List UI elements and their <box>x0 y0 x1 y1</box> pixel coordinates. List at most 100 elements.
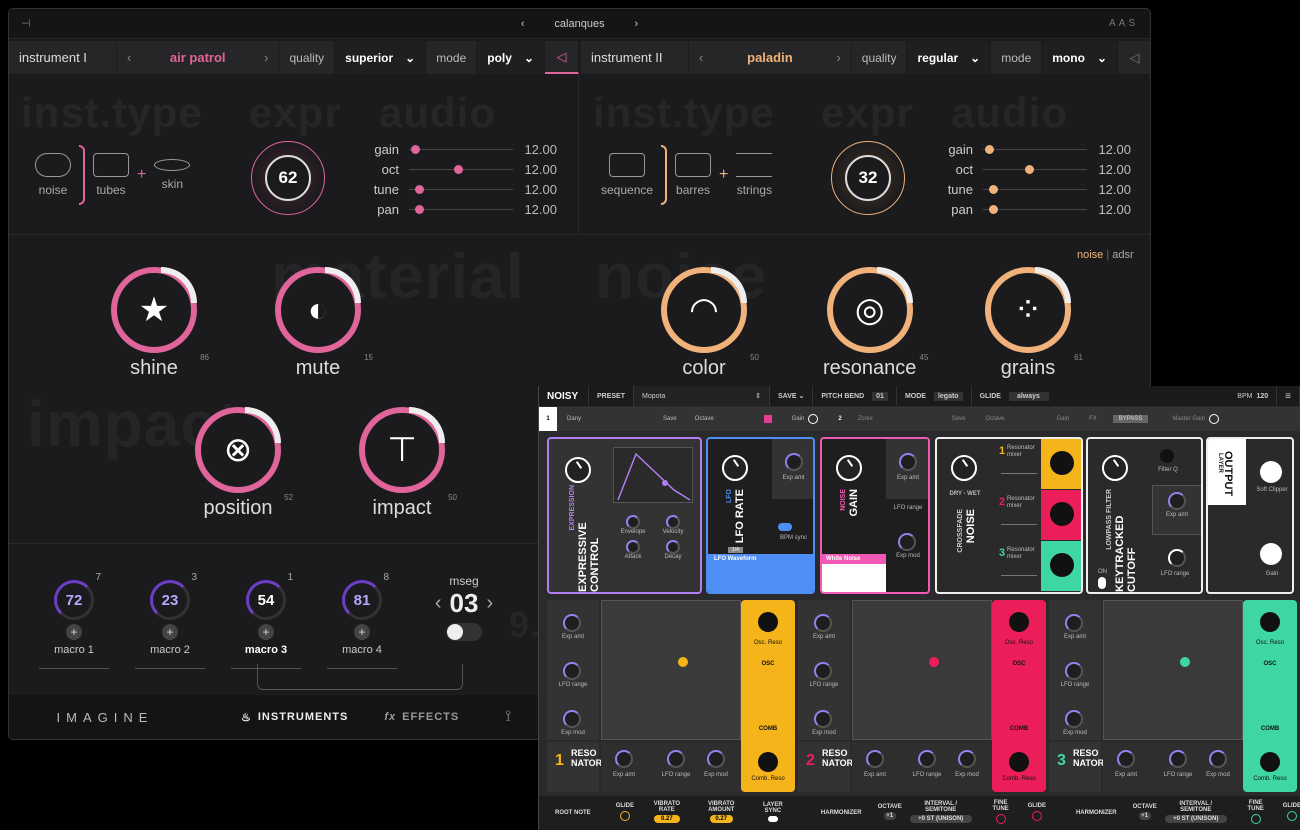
mod-knob[interactable] <box>1065 710 1083 728</box>
slider-track[interactable] <box>409 144 513 154</box>
range-knob[interactable] <box>1065 662 1083 680</box>
mixer-slider[interactable] <box>1001 575 1037 576</box>
noise-tab[interactable]: noise <box>1077 249 1103 261</box>
slider-handle[interactable] <box>415 204 425 214</box>
bpm-value[interactable]: 120 <box>1256 393 1268 400</box>
quality-dropdown[interactable]: superior ⌄ <box>335 41 427 74</box>
resonator-point[interactable] <box>929 657 939 667</box>
exp-knob[interactable] <box>1065 614 1083 632</box>
gain-knob[interactable] <box>1260 543 1282 565</box>
knob[interactable] <box>666 540 680 554</box>
impact-knob[interactable]: ⊤ impact 50 <box>359 407 457 520</box>
instruments-tab[interactable]: ♨ INSTRUMENTS <box>241 711 348 724</box>
sequence-type[interactable]: sequence <box>601 153 653 197</box>
range-knob[interactable] <box>918 750 936 768</box>
color-knob[interactable]: ◠ color 50 <box>661 267 759 380</box>
noise-type[interactable]: noise <box>35 153 71 197</box>
slider-handle[interactable] <box>453 164 463 174</box>
cutoff-knob[interactable] <box>1102 455 1128 481</box>
comb-reso-knob[interactable] <box>1260 752 1280 772</box>
bypass-button[interactable]: BYPASS <box>1112 415 1149 423</box>
glide-knob[interactable] <box>619 811 630 821</box>
range-knob[interactable] <box>814 662 832 680</box>
mseg-toggle[interactable] <box>446 623 482 641</box>
mixer-knob[interactable] <box>1050 502 1074 526</box>
slider-handle[interactable] <box>415 184 425 194</box>
interval-value[interactable]: +0 ST (UNISON) <box>909 815 972 823</box>
slider-track[interactable] <box>409 204 513 214</box>
prev-icon[interactable]: ‹ <box>127 50 131 65</box>
instrument-2-preset-selector[interactable]: ‹ paladin › <box>689 41 852 74</box>
add-icon[interactable]: + <box>354 624 370 640</box>
vibrato-amount-value[interactable]: 0.27 <box>709 815 733 823</box>
speaker-icon[interactable]: ◁ <box>545 41 579 74</box>
macro-1[interactable]: 7 72 + macro 1 <box>39 572 109 669</box>
knob[interactable] <box>626 540 640 554</box>
preset-dropdown[interactable]: Mopota ⇕ <box>634 386 771 406</box>
prev-icon[interactable]: ‹ <box>699 50 703 65</box>
pitch-value[interactable]: 01 <box>872 391 888 401</box>
mixer-slider[interactable] <box>1001 473 1037 474</box>
effects-tab[interactable]: fx EFFECTS <box>384 711 459 723</box>
resonator-point[interactable] <box>678 657 688 667</box>
instrument-2-type-selector[interactable]: sequence barres + strings <box>601 145 773 205</box>
shine-dial[interactable]: ★ <box>111 267 197 353</box>
exp-knob[interactable] <box>563 614 581 632</box>
resonator-display[interactable] <box>1103 600 1243 740</box>
quality-dropdown[interactable]: regular ⌄ <box>907 41 992 74</box>
lfo-rate-knob[interactable] <box>722 455 748 481</box>
range-knob[interactable] <box>1169 750 1187 768</box>
octave-value[interactable]: +1 <box>883 812 896 820</box>
range-knob[interactable] <box>563 662 581 680</box>
resonator-display[interactable] <box>852 600 992 740</box>
mode-dropdown[interactable]: mono ⌄ <box>1042 41 1118 74</box>
layer-2-preset[interactable]: Zcrex <box>858 416 938 422</box>
layer-sync-toggle[interactable] <box>767 816 778 822</box>
bpm-sync-toggle[interactable] <box>778 523 792 531</box>
octave-value[interactable]: +1 <box>1138 812 1151 820</box>
add-icon[interactable]: + <box>162 624 178 640</box>
layer-1-octave-stepper[interactable] <box>763 415 772 423</box>
strings-type[interactable]: strings <box>736 153 773 197</box>
instrument-2-preset[interactable]: paladin <box>747 50 793 65</box>
expression-knob[interactable] <box>565 457 591 483</box>
speaker-icon[interactable]: ◁ <box>1118 41 1150 74</box>
master-gain-knob[interactable] <box>1209 414 1220 424</box>
slider-track[interactable] <box>983 164 1087 174</box>
grains-knob[interactable]: ⁘ grains 61 <box>985 267 1083 380</box>
macro-knob[interactable]: 81 <box>342 580 382 620</box>
instrument-1-type-selector[interactable]: noise tubes + skin <box>35 145 191 205</box>
routing-icon[interactable]: ⟟ <box>505 708 511 726</box>
exp-amt-knob[interactable] <box>784 453 803 471</box>
resonance-knob[interactable]: ◎ resonance 45 <box>823 267 928 380</box>
mod-knob[interactable] <box>707 750 725 768</box>
knob[interactable] <box>666 515 680 529</box>
expr-dial[interactable]: 62 <box>251 141 325 215</box>
layer-2-save[interactable]: Save <box>952 416 966 422</box>
slider-handle[interactable] <box>985 144 995 154</box>
knob[interactable] <box>626 515 640 529</box>
add-icon[interactable]: + <box>258 624 274 640</box>
glide-knob[interactable] <box>1031 811 1042 821</box>
lfo-range-knob[interactable] <box>1168 549 1186 567</box>
resonator-display[interactable] <box>601 600 741 740</box>
slider-track[interactable] <box>409 184 513 194</box>
macro-2[interactable]: 3 23 + macro 2 <box>135 572 205 669</box>
macro-knob[interactable]: 23 <box>150 580 190 620</box>
mod-knob[interactable] <box>814 710 832 728</box>
slider-track[interactable] <box>983 204 1087 214</box>
slider-track[interactable] <box>409 164 513 174</box>
mseg-selector[interactable]: mseg ‹ 03 › <box>424 574 504 645</box>
mod-knob[interactable] <box>563 710 581 728</box>
slider-handle[interactable] <box>989 184 999 194</box>
mixer-knob[interactable] <box>1050 553 1074 577</box>
layer-1-save[interactable]: Save <box>663 416 677 422</box>
exp-amt-knob[interactable] <box>899 453 917 471</box>
impact-dial[interactable]: ⊤ <box>359 407 445 493</box>
osc-reso-knob[interactable] <box>1009 612 1029 632</box>
glide-value[interactable]: always <box>1008 391 1049 401</box>
tubes-type[interactable]: tubes <box>93 153 129 197</box>
exp-knob[interactable] <box>615 750 633 768</box>
osc-reso-knob[interactable] <box>1260 612 1280 632</box>
resonator-point[interactable] <box>1180 657 1190 667</box>
